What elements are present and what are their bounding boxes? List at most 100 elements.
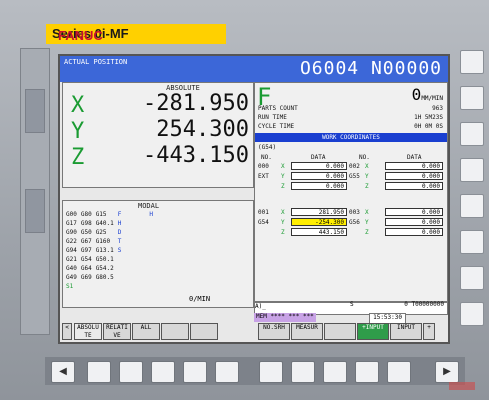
status-row: S 0 T00000000 MEM **** *** *** 15:53:30 <box>254 301 446 324</box>
wc-axis: Y <box>365 219 369 226</box>
maker-logo <box>449 382 475 390</box>
wc-data-field[interactable]: 0.000 <box>385 208 443 216</box>
info-value: 0H 0M 0S <box>414 123 443 130</box>
wc-no: G55 <box>349 173 360 180</box>
bottom-softkey[interactable] <box>291 361 315 383</box>
vertical-softkey[interactable] <box>460 302 484 326</box>
right-arrow-key[interactable]: ▶ <box>435 361 459 383</box>
axis-x-label: X <box>71 93 85 118</box>
modal-row: G17 G98 G40.1 H <box>66 220 122 227</box>
vertical-softkey[interactable] <box>460 266 484 290</box>
modal-header: MODAL <box>138 202 160 210</box>
wc-axis: X <box>365 209 369 216</box>
wc-axis: Y <box>365 173 369 180</box>
status-s-value: 0 T00000000 <box>404 301 444 308</box>
bottom-softkey[interactable] <box>183 361 207 383</box>
wc-data-field-selected[interactable]: -254.300 <box>291 218 347 226</box>
vertical-softkey[interactable] <box>460 122 484 146</box>
wc-data-field[interactable]: 0.000 <box>291 182 347 190</box>
wc-no: 000 <box>258 163 269 170</box>
left-arrow-key[interactable]: ◀ <box>51 361 75 383</box>
vertical-softkey[interactable] <box>460 230 484 254</box>
wc-axis: X <box>281 163 285 170</box>
softkey-all[interactable]: ALL <box>132 323 160 340</box>
info-value: 963 <box>432 105 443 112</box>
softkey-input[interactable]: INPUT <box>390 323 422 340</box>
wc-data-field[interactable]: 281.950 <box>291 208 347 216</box>
softkey-measure[interactable]: MEASUR <box>291 323 323 340</box>
axis-y-value: 254.300 <box>156 117 249 142</box>
screen-title: ACTUAL POSITION <box>64 58 128 66</box>
left-panel <box>20 48 50 335</box>
wc-data-field[interactable]: 0.000 <box>291 172 347 180</box>
bottom-softkey[interactable] <box>355 361 379 383</box>
col-no: NO. <box>261 154 272 161</box>
bottom-softkey-row: ◀ ▶ <box>45 357 465 385</box>
wc-axis: Z <box>365 183 369 190</box>
softkey-next[interactable]: + <box>423 323 435 340</box>
bottom-softkey[interactable] <box>259 361 283 383</box>
wc-axis: Z <box>365 229 369 236</box>
col-no: NO. <box>359 154 370 161</box>
bottom-softkey[interactable] <box>215 361 239 383</box>
modal-row: G21 G54 G50.1 <box>66 256 114 263</box>
axis-z-value: -443.150 <box>143 143 249 168</box>
softkey-blank[interactable] <box>324 323 356 340</box>
vertical-softkey[interactable] <box>460 194 484 218</box>
col-data: DATA <box>407 154 422 161</box>
softkey-no-search[interactable]: NO.SRH <box>258 323 290 340</box>
softkey-blank[interactable] <box>161 323 189 340</box>
softkey-plus-input[interactable]: +INPUT <box>357 323 389 340</box>
wc-data-field[interactable]: 0.000 <box>385 182 443 190</box>
axis-y-label: Y <box>71 119 85 144</box>
wc-no: 001 <box>258 209 269 216</box>
axis-z-label: Z <box>71 145 85 170</box>
wc-axis: X <box>365 163 369 170</box>
wc-axis: Y <box>281 173 285 180</box>
vertical-softkey[interactable] <box>460 50 484 74</box>
softkey-relative[interactable]: RELATI VE <box>103 323 131 340</box>
info-label: PARTS COUNT <box>258 105 298 112</box>
bottom-softkey[interactable] <box>87 361 111 383</box>
softkey-bar: < ABSOLU TE RELATI VE ALL NO.SRH MEASUR … <box>62 323 446 341</box>
work-coords-header: WORK COORDINATES <box>255 133 447 142</box>
info-label: RUN TIME <box>258 114 287 121</box>
vertical-softkey[interactable] <box>460 86 484 110</box>
left-slot <box>25 189 45 233</box>
right-panel: F 0MM/MIN PARTS COUNT 963 RUN TIME 1H 5M… <box>254 82 448 302</box>
wc-data-field[interactable]: 0.000 <box>385 172 443 180</box>
bottom-softkey[interactable] <box>387 361 411 383</box>
mode-indicator: MEM **** *** *** <box>254 313 316 322</box>
modal-table: G00 G80 G15 F H G17 G98 G40.1 H G90 G50 G25 D G22 G… <box>66 210 157 291</box>
wc-no: EXT <box>258 173 269 180</box>
wc-data-field[interactable]: 0.000 <box>291 162 347 170</box>
modal-row: S1 <box>66 283 74 290</box>
brand-plate: FANUC Series 0i-MF <box>46 24 226 44</box>
modal-panel: MODAL G00 G80 G15 F H G17 G98 G40.1 H G90 G50 G25… <box>62 200 254 308</box>
modal-row: G22 G67 G160 T <box>66 238 122 245</box>
wc-data-field[interactable]: 0.000 <box>385 162 443 170</box>
modal-feed-unit: 0/MIN <box>189 295 211 303</box>
bottom-softkey[interactable] <box>323 361 347 383</box>
screen-topbar: ACTUAL POSITION O6004 N00000 <box>60 56 448 82</box>
wc-axis: Z <box>281 229 285 236</box>
wc-data-field[interactable]: 0.000 <box>385 228 443 236</box>
vertical-softkey[interactable] <box>460 158 484 182</box>
softkey-prev[interactable]: < <box>62 323 72 340</box>
wc-data-field[interactable]: 0.000 <box>385 218 443 226</box>
bottom-softkey[interactable] <box>119 361 143 383</box>
program-number: O6004 N00000 <box>299 58 442 79</box>
bottom-softkey[interactable] <box>151 361 175 383</box>
softkey-absolute[interactable]: ABSOLU TE <box>74 323 102 340</box>
wc-data-field[interactable]: 443.150 <box>291 228 347 236</box>
softkey-blank[interactable] <box>190 323 218 340</box>
wc-no: 003 <box>349 209 360 216</box>
left-slot <box>25 89 45 133</box>
wc-axis: Z <box>281 183 285 190</box>
work-coords-system: (G54) <box>258 144 277 151</box>
brand-text: FANUC Series 0i-MF <box>52 26 129 43</box>
position-panel: ABSOLUTE X -281.950 Y 254.300 Z -443.150 <box>62 82 254 188</box>
modal-row: G94 G97 G13.1 S <box>66 247 122 254</box>
modal-row: G40 G64 G54.2 <box>66 265 114 272</box>
info-value: 1H 5M23S <box>414 114 443 121</box>
